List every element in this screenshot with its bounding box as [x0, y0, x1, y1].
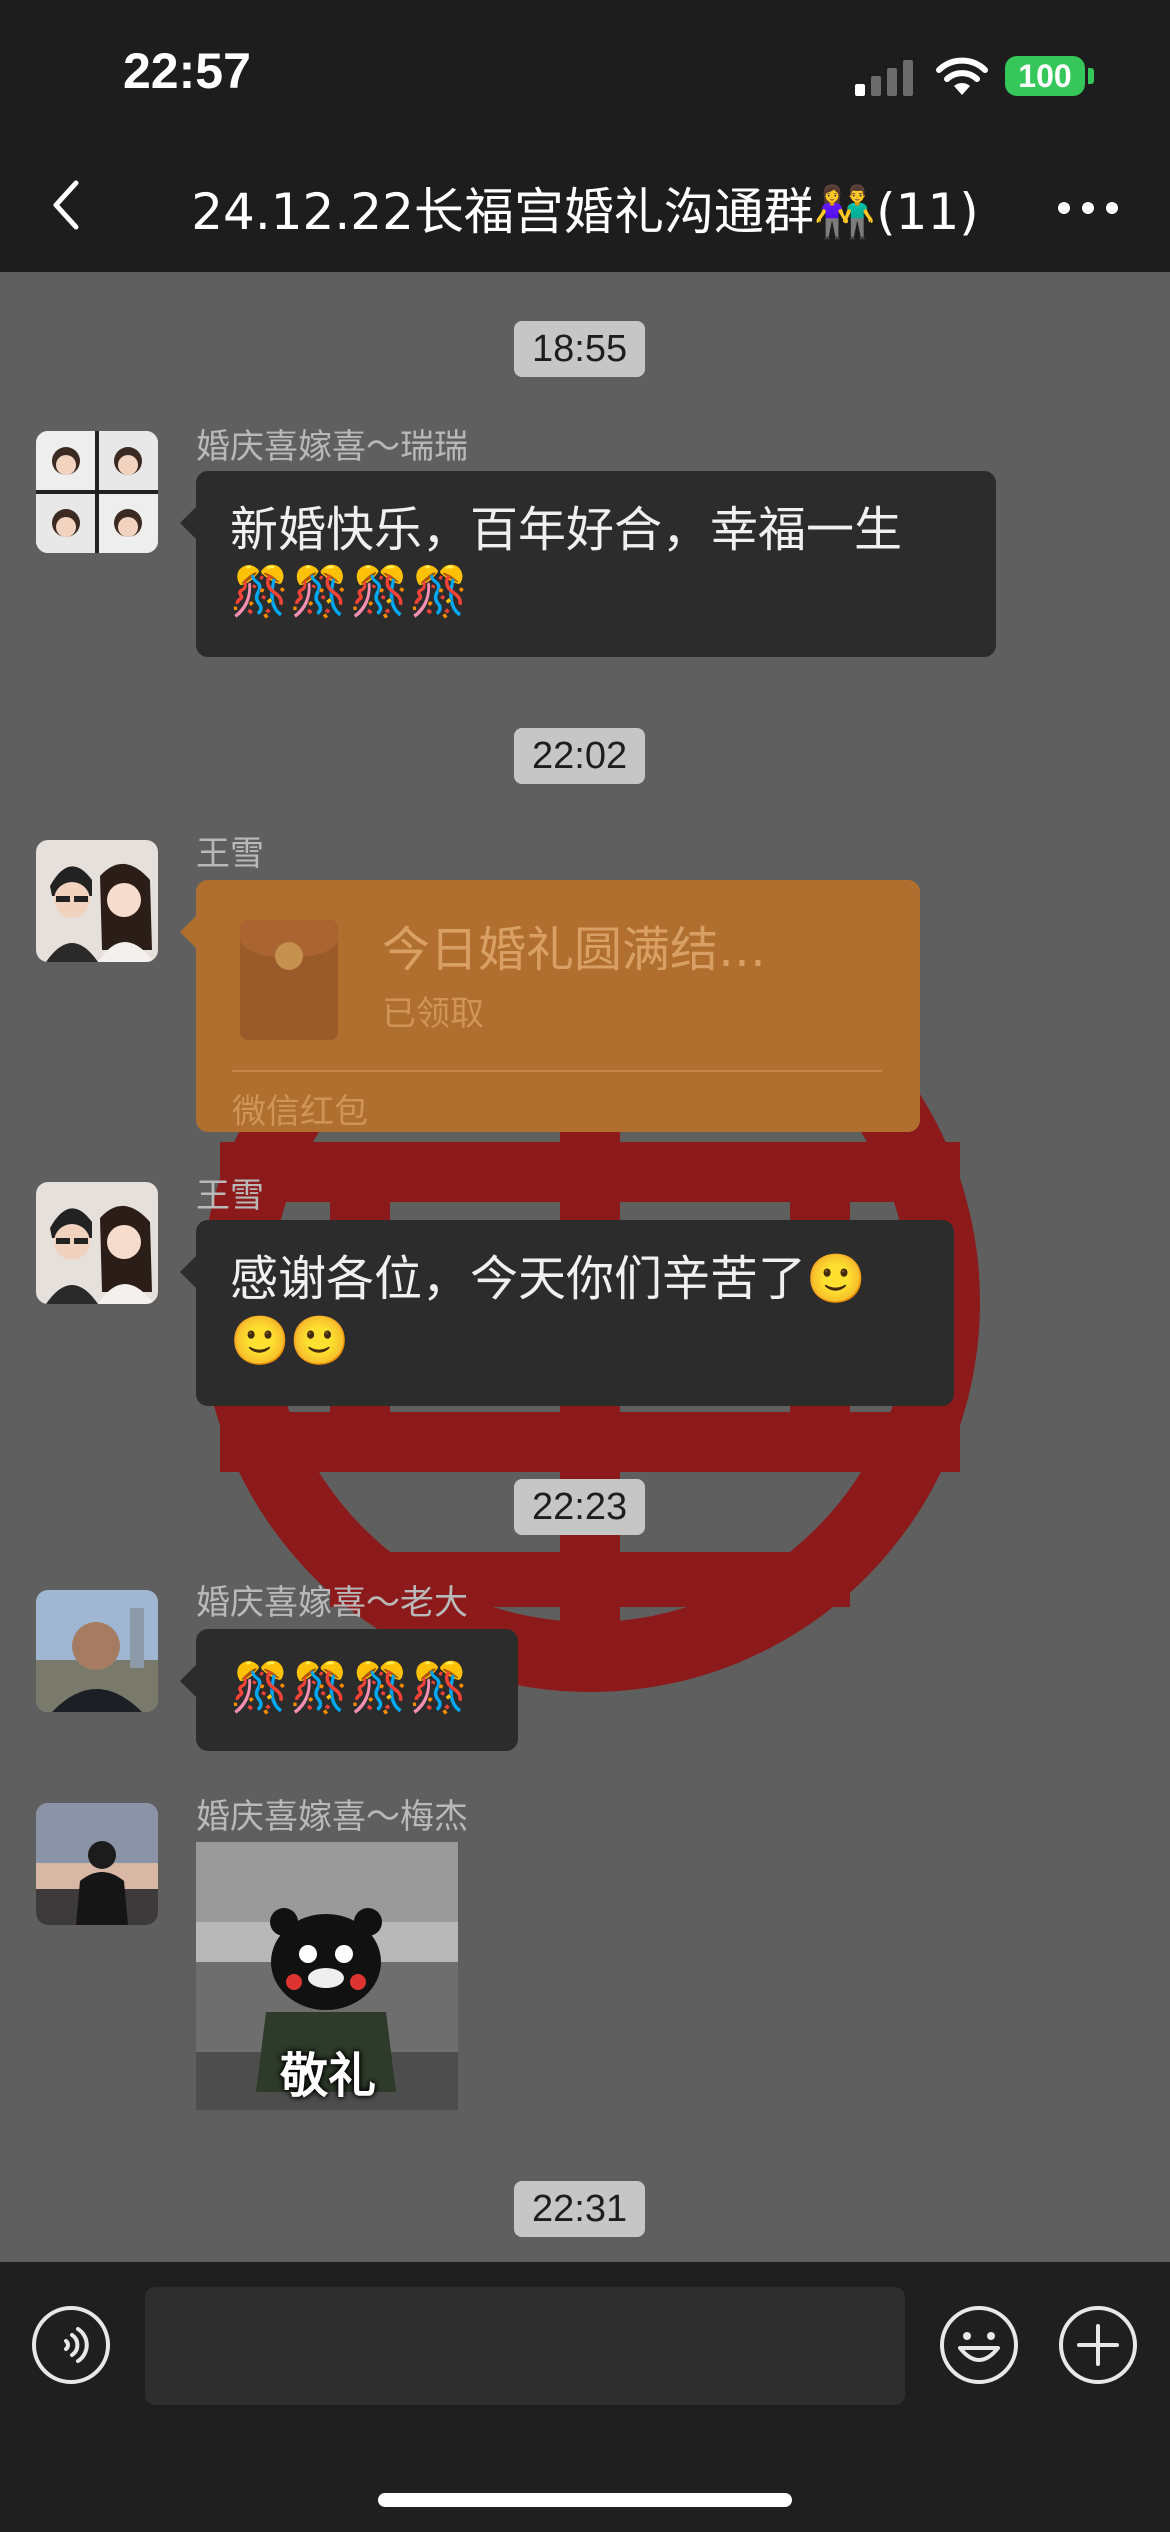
red-packet-title: 今日婚礼圆满结…	[382, 922, 767, 978]
message-emoji: 🙂🙂	[230, 1313, 350, 1369]
chat-title: 24.12.22长福宫婚礼沟通群👫(11)	[191, 183, 979, 241]
timestamp: 22:23	[514, 1479, 646, 1535]
more-options-icon[interactable]	[1050, 180, 1130, 230]
timestamp: 18:55	[514, 321, 646, 377]
message-bubble[interactable]: 🎊🎊🎊🎊	[180, 1629, 518, 1751]
divider	[232, 1070, 882, 1072]
message-emoji: 🎊🎊🎊🎊	[230, 564, 470, 620]
kumamon-sticker[interactable]: 敬礼	[196, 1842, 458, 2110]
sender-name: 婚庆喜嫁喜～瑞瑞	[196, 427, 468, 467]
voice-icon[interactable]	[30, 2304, 112, 2386]
red-packet-card[interactable]: 今日婚礼圆满结… 已领取 微信红包	[180, 880, 920, 1132]
red-packet-status: 已领取	[382, 994, 484, 1034]
battery-cap	[1088, 68, 1094, 84]
emoji-icon[interactable]	[938, 2304, 1020, 2386]
sender-name: 婚庆喜嫁喜～梅杰	[196, 1797, 468, 1837]
status-time: 22:57	[123, 43, 251, 99]
chat-header: 24.12.22长福宫婚礼沟通群👫(11)	[0, 150, 1170, 272]
message-text: 感谢各位，今天你们辛苦了🙂	[230, 1251, 866, 1307]
sender-name: 王雪	[196, 834, 264, 874]
avatar[interactable]	[36, 840, 158, 962]
timestamp: 22:02	[514, 728, 646, 784]
message-input[interactable]	[145, 2287, 905, 2405]
sender-name: 王雪	[196, 1176, 264, 1216]
plus-icon[interactable]	[1057, 2304, 1139, 2386]
message-emoji: 🎊🎊🎊🎊	[230, 1660, 470, 1716]
avatar[interactable]	[36, 431, 158, 553]
avatar[interactable]	[36, 1182, 158, 1304]
avatar[interactable]	[36, 1803, 158, 1925]
red-packet-icon	[240, 920, 338, 1040]
message-bubble[interactable]: 感谢各位，今天你们辛苦了🙂 🙂🙂	[180, 1220, 954, 1406]
back-icon[interactable]	[40, 175, 100, 235]
status-bar: 22:57 100	[0, 0, 1170, 150]
sender-name: 婚庆喜嫁喜～老大	[196, 1583, 468, 1623]
timestamp: 22:31	[514, 2181, 646, 2237]
input-bar	[0, 2262, 1170, 2532]
sticker-caption: 敬礼	[280, 2048, 377, 2104]
home-indicator[interactable]	[378, 2493, 792, 2507]
red-packet-label: 微信红包	[232, 1092, 368, 1132]
cellular-signal-icon	[855, 60, 915, 96]
avatar[interactable]	[36, 1590, 158, 1712]
chat-area[interactable]: 18:55 婚庆喜嫁喜～瑞瑞 新婚快乐，百年好合，幸福一生 🎊🎊🎊🎊 22:02	[0, 272, 1170, 2262]
message-bubble[interactable]: 新婚快乐，百年好合，幸福一生 🎊🎊🎊🎊	[180, 471, 996, 657]
message-text: 新婚快乐，百年好合，幸福一生	[230, 502, 903, 558]
battery-icon: 100	[1005, 56, 1085, 96]
wifi-icon	[936, 57, 988, 95]
